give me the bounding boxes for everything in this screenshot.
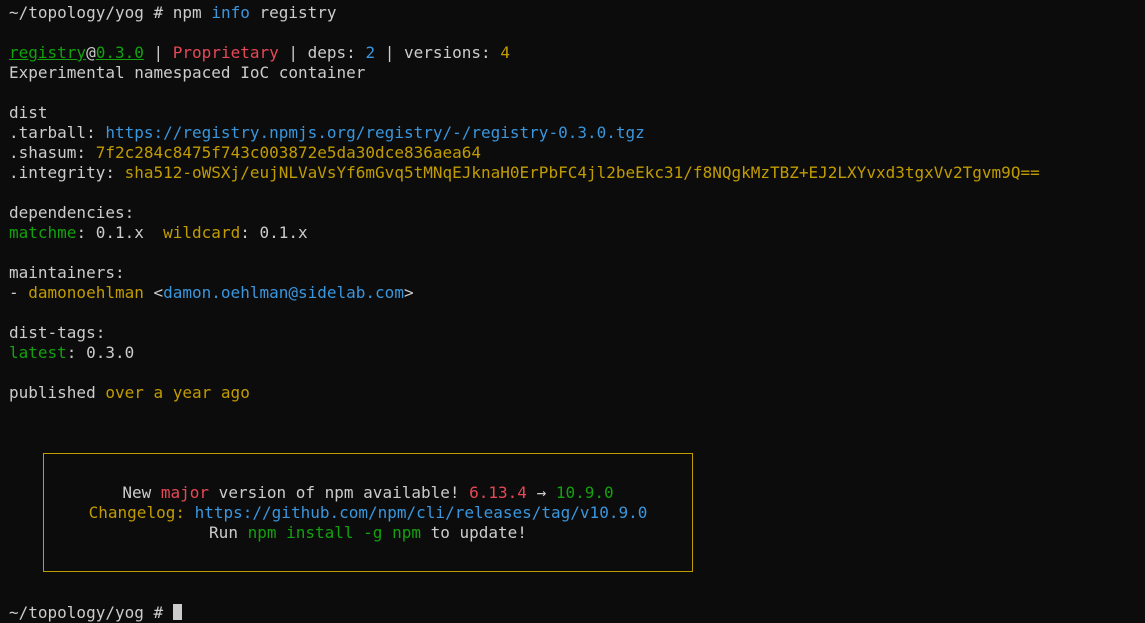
- deps-count: 2: [365, 43, 376, 62]
- published-label: published: [9, 383, 106, 402]
- notice-current-version: 6.13.4: [469, 483, 527, 502]
- license: Proprietary: [172, 43, 279, 62]
- notice-text: Run: [209, 523, 248, 542]
- arrow-icon: →: [526, 483, 556, 502]
- command-line: ~/topology/yog # npm info registry: [9, 3, 337, 23]
- notice-text: to update!: [420, 523, 527, 542]
- email-open: <: [143, 283, 164, 302]
- notice-new-version: 10.9.0: [555, 483, 614, 502]
- notice-text: New: [122, 483, 161, 502]
- package-version: 0.3.0: [95, 43, 144, 62]
- dependency-sep: :: [76, 223, 96, 242]
- final-prompt-line[interactable]: ~/topology/yog #: [9, 603, 182, 623]
- dependency-version: 0.1.x: [95, 223, 144, 242]
- dist-tag-name: latest: [9, 343, 67, 362]
- package-header: registry@0.3.0 | Proprietary | deps: 2 |…: [9, 43, 510, 63]
- dist-tarball: .tarball: https://registry.npmjs.org/reg…: [9, 123, 645, 143]
- package-name[interactable]: registry: [9, 43, 86, 62]
- cursor: [172, 604, 182, 620]
- dependency-sep: :: [240, 223, 260, 242]
- dist-tags-heading: dist-tags:: [9, 323, 106, 342]
- maintainer-name: damonoehlman: [28, 283, 144, 302]
- integrity-value: sha512-oWSXj/eujNLVaVsYf6mGvq5tMNqEJknaH…: [124, 163, 1040, 182]
- shasum-label: .shasum:: [9, 143, 96, 162]
- dist-shasum: .shasum: 7f2c284c8475f743c003872e5da30dc…: [9, 143, 481, 163]
- maintainers-heading: maintainers:: [9, 263, 125, 282]
- published-line: published over a year ago: [9, 383, 250, 403]
- notice-changelog-line: Changelog: https://github.com/npm/cli/re…: [44, 503, 692, 523]
- integrity-label: .integrity:: [9, 163, 125, 182]
- dist-heading: dist: [9, 103, 48, 122]
- separator: |: [143, 43, 173, 62]
- changelog-url[interactable]: https://github.com/npm/cli/releases/tag/…: [195, 503, 648, 522]
- command-subcommand: info: [211, 3, 250, 22]
- package-description: Experimental namespaced IoC container: [9, 63, 366, 82]
- versions-count: 4: [500, 43, 510, 62]
- dependency-name: wildcard: [163, 223, 241, 242]
- versions-label: | versions:: [375, 43, 501, 62]
- dependency-name: matchme: [9, 223, 77, 242]
- maintainer-item: - damonoehlman <damon.oehlman@sidelab.co…: [9, 283, 414, 303]
- notice-version-line: New major version of npm available! 6.13…: [44, 483, 692, 503]
- deps-label: | deps:: [278, 43, 366, 62]
- dist-integrity: .integrity: sha512-oWSXj/eujNLVaVsYf6mGv…: [9, 163, 1040, 183]
- command-argument: registry: [259, 3, 337, 22]
- maintainer-email[interactable]: damon.oehlman@sidelab.com: [163, 283, 404, 302]
- email-close: >: [403, 283, 414, 302]
- notice-major: major: [160, 483, 210, 502]
- tarball-label: .tarball:: [9, 123, 106, 142]
- at-sign: @: [86, 43, 96, 62]
- changelog-label: Changelog:: [88, 503, 195, 522]
- shasum-value: 7f2c284c8475f743c003872e5da30dce836aea64: [95, 143, 482, 162]
- prompt: ~/topology/yog #: [9, 603, 173, 622]
- update-command: npm install -g npm: [247, 523, 421, 542]
- notice-run-line: Run npm install -g npm to update!: [44, 523, 692, 543]
- published-when: over a year ago: [105, 383, 250, 402]
- maintainer-dash: -: [9, 283, 29, 302]
- notice-text: version of npm available!: [209, 483, 470, 502]
- prompt: ~/topology/yog #: [9, 3, 173, 22]
- update-notice-box: New major version of npm available! 6.13…: [43, 453, 693, 572]
- dependencies-heading: dependencies:: [9, 203, 135, 222]
- dist-tag-version: 0.3.0: [86, 343, 135, 362]
- command: npm: [172, 3, 202, 22]
- tarball-url[interactable]: https://registry.npmjs.org/registry/-/re…: [105, 123, 644, 142]
- dist-tag-sep: :: [66, 343, 87, 362]
- dependency-version: 0.1.x: [259, 223, 308, 242]
- dependencies-list: matchme: 0.1.x wildcard: 0.1.x: [9, 223, 308, 243]
- dist-tag-item: latest: 0.3.0: [9, 343, 134, 363]
